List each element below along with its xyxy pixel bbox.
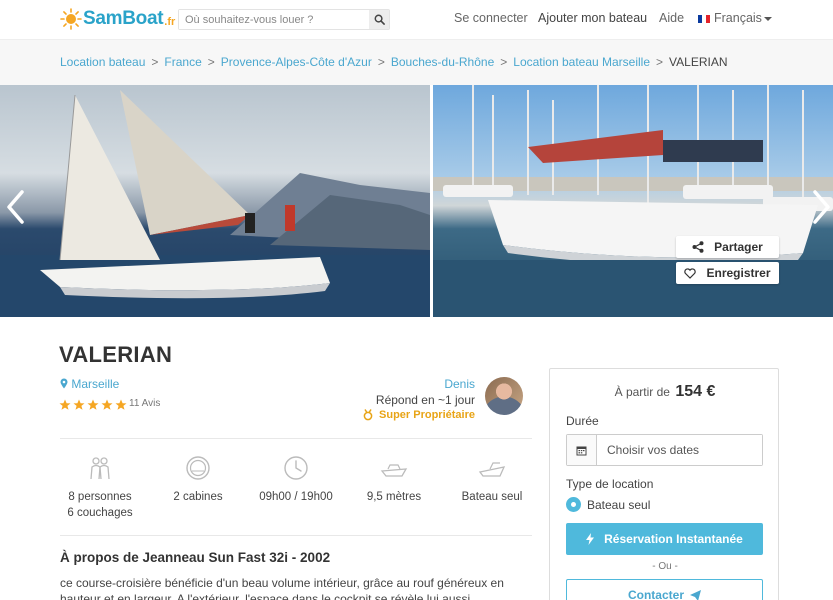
rating-stars xyxy=(59,399,127,411)
star-icon xyxy=(115,399,127,410)
breadcrumb-item-france[interactable]: France xyxy=(164,55,201,69)
listing-location[interactable]: Marseille xyxy=(60,377,119,391)
divider xyxy=(60,438,532,439)
search-bar xyxy=(178,9,390,30)
or-separator: - Ou - xyxy=(652,561,678,572)
price-line: À partir de 154 € xyxy=(550,383,780,401)
boat-length-icon xyxy=(380,464,408,477)
calendar-icon xyxy=(567,435,597,465)
price-from-label: À partir de xyxy=(614,385,670,399)
breadcrumb-item-bouches-du-rhone[interactable]: Bouches-du-Rhône xyxy=(391,55,494,69)
map-pin-icon xyxy=(60,378,68,389)
duration-label: Durée xyxy=(566,414,599,428)
french-flag-icon xyxy=(698,14,710,23)
medal-icon xyxy=(363,409,373,421)
boat-features: 8 personnes 6 couchages 2 cabines 09h00 /… xyxy=(60,455,532,525)
search-button[interactable] xyxy=(369,10,389,29)
help-link[interactable]: Aide xyxy=(659,11,684,25)
paper-plane-icon xyxy=(690,589,701,600)
star-icon xyxy=(101,399,113,410)
price-value: 154 € xyxy=(675,383,716,400)
feature-capacity-line2: 6 couchages xyxy=(67,507,133,519)
next-photo-arrow-icon[interactable] xyxy=(809,189,833,225)
heart-icon xyxy=(684,267,697,279)
date-picker-field[interactable] xyxy=(566,434,763,466)
boat-photo-sailing[interactable] xyxy=(0,85,430,317)
star-icon xyxy=(59,399,71,410)
breadcrumb-separator: > xyxy=(656,55,664,69)
share-label: Partager xyxy=(714,240,763,254)
boat-only-icon xyxy=(478,462,506,477)
logo-text: SamBoat xyxy=(83,8,164,29)
logo-tld: .fr xyxy=(164,16,176,28)
chevron-down-icon xyxy=(763,16,772,21)
listing-title: VALERIAN xyxy=(59,342,173,367)
breadcrumb-item-location-bateau[interactable]: Location bateau xyxy=(60,55,145,69)
lightning-icon xyxy=(586,533,595,545)
save-favorite-button[interactable]: Enregistrer xyxy=(676,262,779,284)
samboat-logo[interactable]: SamBoat .fr xyxy=(60,7,175,31)
breadcrumb-separator: > xyxy=(377,55,385,69)
breadcrumb-separator: > xyxy=(151,55,159,69)
language-label: Français xyxy=(714,11,762,25)
feature-capacity-line1: 8 personnes xyxy=(68,491,132,503)
language-selector[interactable]: Français xyxy=(698,11,772,25)
top-header: SamBoat .fr Se connecter Ajouter mon bat… xyxy=(0,0,833,40)
divider xyxy=(60,535,532,536)
date-input[interactable] xyxy=(597,435,762,465)
login-link[interactable]: Se connecter xyxy=(454,11,528,25)
search-input[interactable] xyxy=(179,10,369,29)
radio-selected-icon[interactable] xyxy=(566,497,581,512)
share-icon xyxy=(692,241,704,253)
instant-booking-label: Réservation Instantanée xyxy=(604,532,743,546)
owner-name[interactable]: Denis xyxy=(444,377,475,391)
star-icon xyxy=(73,399,85,410)
share-button[interactable]: Partager xyxy=(676,236,779,258)
breadcrumb: Location bateau > France > Provence-Alpes-Cô… xyxy=(60,55,728,69)
breadcrumb-item-paca[interactable]: Provence-Alpes-Côte d'Azur xyxy=(221,55,372,69)
feature-hours: 09h00 / 19h00 xyxy=(256,455,336,505)
booking-card: À partir de 154 € Durée Type de location… xyxy=(549,368,779,600)
feature-capacity: 8 personnes 6 couchages xyxy=(60,455,140,521)
owner-response-time: Répond en ~1 jour xyxy=(375,393,475,407)
clock-icon xyxy=(284,456,308,480)
feature-rental-type-line1: Bateau seul xyxy=(461,491,523,503)
feature-cabins: 2 cabines xyxy=(158,455,238,505)
rental-type-option[interactable]: Bateau seul xyxy=(566,497,650,512)
porthole-icon xyxy=(186,456,210,480)
reviews-count[interactable]: 11 Avis xyxy=(129,398,160,409)
add-boat-link[interactable]: Ajouter mon bateau xyxy=(538,11,647,25)
breadcrumb-item-marseille[interactable]: Location bateau Marseille xyxy=(513,55,650,69)
people-icon xyxy=(90,457,110,480)
feature-length-line1: 9,5 mètres xyxy=(366,491,422,503)
save-label: Enregistrer xyxy=(706,266,771,280)
star-icon xyxy=(87,399,99,410)
rental-type-label: Type de location xyxy=(566,477,654,491)
super-owner-badge: Super Propriétaire xyxy=(363,409,475,421)
contact-label: Contacter xyxy=(627,588,684,600)
contact-button[interactable]: Contacter xyxy=(566,579,763,600)
location-label: Marseille xyxy=(71,377,120,391)
breadcrumb-separator: > xyxy=(207,55,215,69)
about-text: ce course-croisière bénéficie d'un beau … xyxy=(60,576,504,600)
instant-booking-button[interactable]: Réservation Instantanée xyxy=(566,523,763,555)
sun-logo-icon xyxy=(60,8,82,30)
search-icon xyxy=(374,14,385,25)
breadcrumb-current: VALERIAN xyxy=(669,55,728,69)
feature-length: 9,5 mètres xyxy=(354,455,434,505)
breadcrumb-bar: Location bateau > France > Provence-Alpes-Cô… xyxy=(0,40,833,85)
owner-avatar[interactable] xyxy=(485,377,523,415)
feature-hours-line1: 09h00 / 19h00 xyxy=(259,491,333,503)
feature-cabins-line1: 2 cabines xyxy=(173,491,223,503)
feature-rental-type: Bateau seul xyxy=(452,455,532,505)
super-owner-label: Super Propriétaire xyxy=(379,409,475,421)
previous-photo-arrow-icon[interactable] xyxy=(4,189,28,225)
breadcrumb-separator: > xyxy=(500,55,508,69)
rental-type-option-label: Bateau seul xyxy=(587,497,651,512)
about-title: À propos de Jeanneau Sun Fast 32i - 2002 xyxy=(60,550,331,565)
